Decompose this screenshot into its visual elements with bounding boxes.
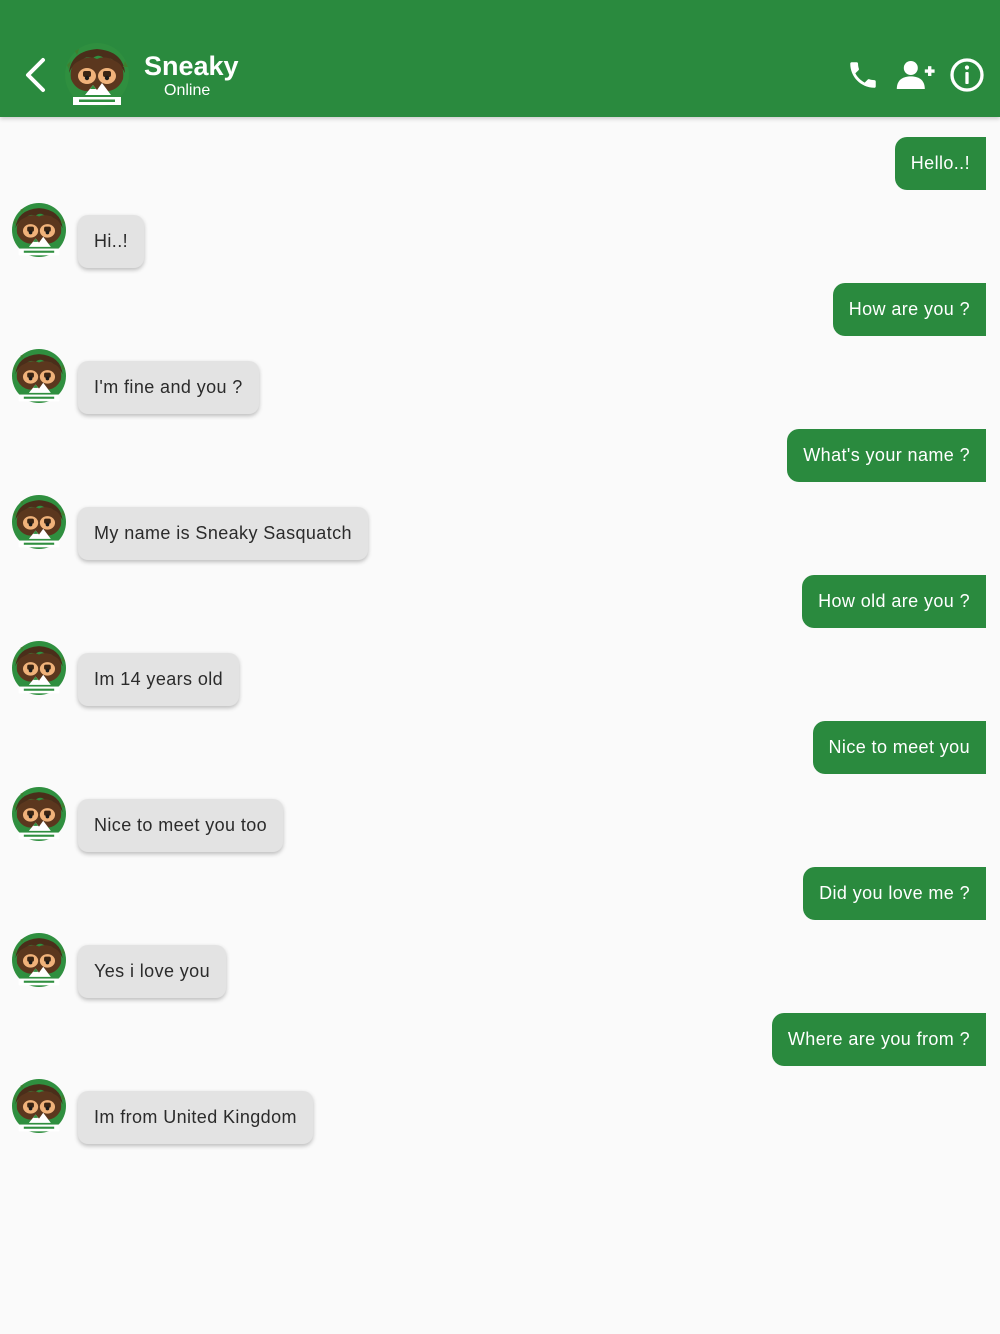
message-row-outgoing: Hello..! [0,137,1000,193]
incoming-message-bubble[interactable]: My name is Sneaky Sasquatch [78,507,368,560]
incoming-message-bubble[interactable]: Im 14 years old [78,653,240,706]
sasquatch-avatar[interactable] [65,43,129,107]
incoming-message-bubble[interactable]: Yes i love you [78,945,227,998]
message-row-incoming: Im 14 years old [0,641,1000,706]
phone-icon [850,62,876,88]
message-row-outgoing: How old are you ? [0,575,1000,631]
outgoing-message-bubble[interactable]: What's your name ? [787,429,986,482]
app-bar: Sneaky Online [0,0,1000,117]
add-person-icon [896,61,935,89]
info-button[interactable] [944,52,990,98]
incoming-message-bubble[interactable]: Nice to meet you too [78,799,284,852]
message-row-incoming: Hi..! [0,203,1000,268]
message-row-incoming: My name is Sneaky Sasquatch [0,495,1000,560]
contact-avatar[interactable] [12,1079,66,1133]
add-contact-button[interactable] [892,52,938,98]
message-row-incoming: Yes i love you [0,933,1000,998]
outgoing-message-bubble[interactable]: Hello..! [894,137,986,190]
message-row-outgoing: Where are you from ? [0,1013,1000,1069]
message-row-outgoing: How are you ? [0,283,1000,339]
message-row-outgoing: Nice to meet you [0,721,1000,777]
message-row-incoming: Nice to meet you too [0,787,1000,852]
outgoing-message-bubble[interactable]: Did you love me ? [803,867,986,920]
incoming-message-bubble[interactable]: I'm fine and you ? [78,361,259,414]
message-row-outgoing: What's your name ? [0,429,1000,485]
back-button[interactable] [14,52,54,98]
message-list[interactable]: Hello..! Hi..! How are you ? I'm fine an… [0,117,1000,1334]
online-status: Online [164,82,211,99]
contact-avatar[interactable] [12,349,66,403]
outgoing-message-bubble[interactable]: Where are you from ? [771,1013,986,1066]
outgoing-message-bubble[interactable]: How old are you ? [802,575,986,628]
outgoing-message-bubble[interactable]: Nice to meet you [812,721,986,774]
contact-avatar[interactable] [12,203,66,257]
contact-avatar[interactable] [12,933,66,987]
call-button[interactable] [840,52,886,98]
outgoing-message-bubble[interactable]: How are you ? [832,283,986,336]
contact-avatar[interactable] [12,787,66,841]
incoming-message-bubble[interactable]: Im from United Kingdom [78,1091,313,1144]
info-icon [950,58,984,92]
message-row-outgoing: Did you love me ? [0,867,1000,923]
contact-avatar[interactable] [12,495,66,549]
message-row-incoming: I'm fine and you ? [0,349,1000,414]
contact-avatar[interactable] [12,641,66,695]
chat-title: Sneaky [144,51,239,81]
incoming-message-bubble[interactable]: Hi..! [78,215,145,268]
back-arrow-icon [26,58,45,92]
message-row-incoming: Im from United Kingdom [0,1079,1000,1144]
